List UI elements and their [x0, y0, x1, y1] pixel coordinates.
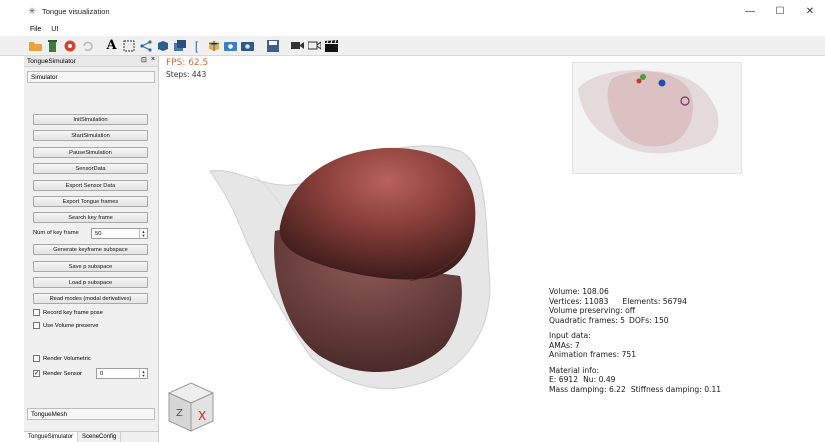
info-dofs: DOFs: 150 [629, 315, 669, 325]
render-sensor-value: 0 [100, 370, 104, 377]
preview-thumbnail [572, 62, 742, 174]
volume-preserve-checkbox-row[interactable]: Use Volume preserve [33, 322, 98, 329]
float-icon[interactable]: ⊡ [141, 56, 147, 64]
mesh-icon[interactable] [206, 38, 221, 53]
share-icon[interactable] [138, 38, 153, 53]
num-key-frame-value: 50 [95, 230, 102, 237]
render-volumetric-checkbox-row[interactable]: Render Volumetric [33, 355, 91, 362]
render-volumetric-label: Render Volumetric [43, 355, 91, 362]
info-e: E: 6912 [549, 375, 579, 384]
text-icon[interactable]: A [104, 38, 119, 53]
menu-ui[interactable]: UI [51, 26, 58, 33]
close-button[interactable]: ✕ [795, 0, 825, 22]
info-mass-damping: Mass damping: 6.22 [549, 384, 626, 394]
record-icon[interactable] [62, 38, 77, 53]
info-elements: Elements: 56794 [622, 296, 687, 306]
search-key-frame-button[interactable]: Search key frame [33, 212, 148, 223]
init-simulation-button[interactable]: InitSimulation [33, 114, 148, 125]
info-animation-frames: Animation frames: 751 [549, 350, 637, 359]
maximize-button[interactable]: ☐ [765, 0, 795, 22]
render-sensor-checkbox[interactable]: ✓ [33, 370, 40, 377]
simulator-section-header[interactable]: Simulator [27, 71, 155, 83]
render-volumetric-checkbox[interactable] [33, 355, 40, 362]
cube-axis-x: X [198, 409, 206, 423]
generate-keyframe-subspace-button[interactable]: Generate keyframe subspace [33, 244, 148, 255]
volume-preserve-checkbox[interactable] [33, 322, 40, 329]
orientation-cube[interactable]: Z X [166, 381, 216, 433]
window-title: Tongue visualization [42, 6, 110, 16]
dock-title-bar: TongueSimulator ⊡ × [24, 56, 158, 67]
info-material-heading: Material info: [549, 365, 600, 375]
menu-bar: File UI [0, 22, 825, 36]
num-key-frame-label: Num of key frame [33, 230, 79, 236]
toolbar: A [ [0, 36, 825, 56]
load-p-subspace-button[interactable]: Load p subspace [33, 277, 148, 288]
info-vertices: Vertices: 11083 [549, 296, 609, 306]
info-nu: Nu: 0.49 [583, 375, 616, 384]
info-input-heading: Input data: [549, 331, 591, 340]
pause-simulation-button[interactable]: PauseSimulation [33, 147, 148, 158]
cube-icon[interactable] [155, 38, 170, 53]
delete-icon[interactable] [45, 38, 60, 53]
3d-viewport[interactable]: FPS: 62.5 Steps: 443 Volume: 108.06 Vert… [160, 56, 825, 442]
info-quadratic-frames: Quadratic frames: 5 [549, 315, 625, 325]
video-icon[interactable] [290, 38, 305, 53]
sensor-marker-blue [658, 79, 666, 87]
minimize-button[interactable]: — [735, 0, 765, 22]
record-key-frame-label: Record key frame pose [43, 309, 103, 316]
title-bar: ✳ Tongue visualization — ☐ ✕ [0, 0, 825, 22]
fps-readout: FPS: 62.5 [166, 58, 209, 68]
window-controls: — ☐ ✕ [735, 0, 825, 22]
volume-preserve-label: Use Volume preserve [43, 322, 99, 329]
dock-tab-bar: TongueSimulator SceneConfig [24, 431, 159, 442]
render-sensor-spinbox[interactable]: 0 ▲ ▼ [96, 368, 148, 379]
export-sensor-data-button[interactable]: Export Sensor Data [33, 180, 148, 191]
dock-title: TongueSimulator [27, 57, 76, 65]
cube-axis-z: Z [176, 408, 183, 419]
camera-icon[interactable] [223, 38, 238, 53]
sensor-data-button[interactable]: SensorData [33, 163, 148, 174]
spin-arrows-icon[interactable]: ▲ ▼ [139, 229, 147, 238]
read-modes-button[interactable]: Read modes (modal derivatives) [33, 293, 148, 304]
bracket-icon[interactable]: [ [189, 38, 204, 53]
undo-icon[interactable] [79, 38, 94, 53]
open-folder-icon[interactable] [28, 38, 43, 53]
film-icon[interactable] [307, 38, 322, 53]
sensor-spin-arrows-icon[interactable]: ▲ ▼ [139, 369, 147, 378]
save-icon[interactable] [265, 38, 280, 53]
preview-model [578, 70, 719, 154]
save-p-subspace-button[interactable]: Save p subspace [33, 261, 148, 272]
info-amas: AMAs: 7 [549, 340, 580, 350]
dock-close-icon[interactable]: × [151, 56, 155, 64]
select-box-icon[interactable] [121, 38, 136, 53]
start-simulation-button[interactable]: StartSimulation [33, 130, 148, 141]
steps-readout: Steps: 443 [166, 70, 207, 79]
record-key-frame-checkbox[interactable] [33, 309, 40, 316]
simulator-dock: TongueSimulator ⊡ × Simulator InitSimula… [24, 56, 159, 442]
tab-scene-config[interactable]: SceneConfig [78, 432, 122, 442]
menu-file[interactable]: File [30, 26, 41, 33]
render-sensor-label: Render Sensor [43, 370, 82, 377]
render-sensor-checkbox-row[interactable]: ✓ Render Sensor [33, 370, 82, 377]
clapper-icon[interactable] [324, 38, 339, 53]
camera-alt-icon[interactable] [240, 38, 255, 53]
sensor-marker-green [640, 74, 646, 80]
tongue-mesh-section-header[interactable]: TongueMesh [27, 408, 155, 420]
info-volume-preserving: Volume preserving: off [549, 306, 635, 315]
info-volume: Volume: 108.06 [549, 287, 609, 296]
record-key-frame-checkbox-row[interactable]: Record key frame pose [33, 309, 103, 316]
app-icon: ✳ [28, 5, 36, 16]
model-info-panel: Volume: 108.06 Vertices: 11083 Elements: … [549, 287, 721, 394]
sensor-marker-red [636, 78, 642, 84]
export-tongue-frames-button[interactable]: Export Tongue frames [33, 196, 148, 207]
info-stiffness-damping: Stiffness damping: 0.11 [630, 384, 722, 394]
tab-tongue-simulator[interactable]: TongueSimulator [24, 432, 79, 442]
layers-icon[interactable] [172, 38, 187, 53]
num-key-frame-spinbox[interactable]: 50 ▲ ▼ [91, 228, 148, 239]
